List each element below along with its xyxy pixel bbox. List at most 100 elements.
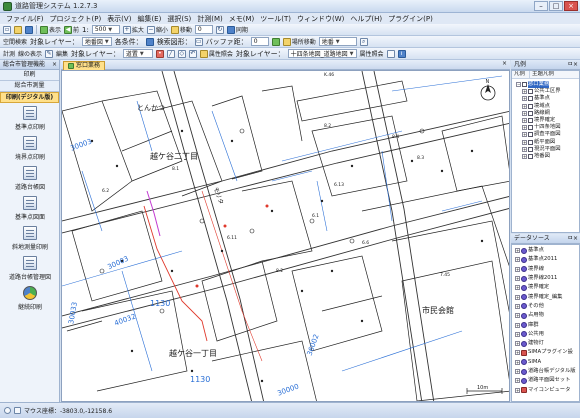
- menu-measure[interactable]: 計測(M): [197, 14, 223, 24]
- rotation-input[interactable]: 0: [194, 25, 213, 34]
- town-label-2: 越ケ谷一丁目: [169, 349, 217, 358]
- draw-line-icon[interactable]: ╱: [166, 49, 175, 58]
- database-icon: [521, 247, 527, 254]
- datasource-item[interactable]: + SIMAプラグイン設: [515, 348, 579, 357]
- draw-point-icon[interactable]: •: [155, 49, 164, 58]
- tab-counter-service[interactable]: 窓口業務: [63, 61, 106, 70]
- find-icon[interactable]: ⌕: [359, 37, 368, 46]
- open-folder-icon[interactable]: [14, 25, 22, 34]
- landmark-select[interactable]: 地番 ▼: [318, 37, 357, 46]
- run-search-icon[interactable]: [271, 37, 280, 46]
- datasource-pin-icon[interactable]: ㅁ×: [567, 234, 578, 243]
- datasource-item[interactable]: + 道路台帳デジタル版: [515, 367, 579, 376]
- zoom-in-button[interactable]: + 拡大: [122, 25, 144, 34]
- menu-help[interactable]: ヘルプ(H): [350, 14, 382, 24]
- menu-window[interactable]: ウィンドウ(W): [297, 14, 344, 24]
- info-icon[interactable]: i: [397, 49, 406, 58]
- menu-memo[interactable]: メモ(M): [229, 14, 255, 24]
- search-toolbar: 空間検索 対象レイヤー： 地番図 ▼ 各条件： 検索図形： ▭ バッファ距： 0 …: [0, 36, 580, 48]
- maximize-button[interactable]: □: [549, 1, 563, 11]
- menu-file[interactable]: ファイル(F): [6, 14, 44, 24]
- menu-view[interactable]: 表示(V): [107, 14, 131, 24]
- layer-item[interactable]: + 現況平面図: [516, 146, 579, 153]
- control-point-drawing-button[interactable]: 基準点図面: [0, 193, 60, 223]
- menu-select[interactable]: 選択(S): [167, 14, 191, 24]
- boundary-point-print-button[interactable]: 境界点印刷: [0, 133, 60, 163]
- database-icon: [521, 340, 527, 347]
- road-ledger-manage-button[interactable]: 道路台帳管理図: [0, 253, 60, 283]
- conditions-icon[interactable]: [145, 37, 154, 46]
- zoom-out-button[interactable]: − 縮小: [146, 25, 168, 34]
- print-icon[interactable]: [386, 49, 395, 58]
- menu-plugin[interactable]: プラグイン(P): [388, 14, 433, 24]
- edit-layer-select[interactable]: 道置 ▼: [122, 49, 153, 58]
- layer-item[interactable]: + 調査平面図: [516, 131, 579, 138]
- layer-item[interactable]: + 基準点: [516, 95, 579, 102]
- spatial-search-button[interactable]: 空間検索: [3, 37, 27, 46]
- minimize-button[interactable]: –: [534, 1, 548, 11]
- datasource-item[interactable]: + 公共用: [515, 330, 579, 339]
- scale-select[interactable]: 500 ▼: [91, 25, 120, 34]
- map-drawing[interactable]: N: [62, 71, 510, 402]
- target-layer-select[interactable]: 地番図 ▼: [81, 37, 112, 46]
- datasource-item[interactable]: + 道路平面図セット: [515, 376, 579, 385]
- datasource-item[interactable]: + 庫群: [515, 320, 579, 329]
- layers-col-legend: 凡例: [512, 71, 530, 78]
- layer-item[interactable]: + 境域点: [516, 103, 579, 110]
- area-move-button[interactable]: 場所移動: [282, 37, 316, 46]
- attr-layer-select[interactable]: 十四条地図_道路地図 ▼: [287, 49, 357, 58]
- menu-tools[interactable]: ツール(T): [260, 14, 291, 24]
- datasource-item[interactable]: + 建物灯: [515, 339, 579, 348]
- layers-pin-icon[interactable]: ㅁ×: [567, 60, 578, 69]
- menu-edit[interactable]: 編集(E): [137, 14, 161, 24]
- panel-close-icon[interactable]: ×: [52, 60, 57, 69]
- edit-button[interactable]: 編集: [56, 49, 68, 58]
- shape-icon[interactable]: ▭: [194, 37, 203, 46]
- layer-item[interactable]: + 紙平面図: [516, 139, 579, 146]
- close-button[interactable]: ×: [564, 1, 578, 11]
- tab-print-digital[interactable]: 印刷(デジタル版): [0, 92, 59, 103]
- attribute-button[interactable]: 属性照会: [199, 49, 233, 58]
- map-canvas[interactable]: N 越ケ谷二丁目 越ケ谷一丁目 市民会館 1130 1130 30003 300…: [61, 70, 510, 402]
- undo-icon[interactable]: ↶: [188, 49, 197, 58]
- boundary-line-red[interactable]: [143, 205, 208, 342]
- document-icon: [23, 105, 37, 120]
- left-function-panel: 総合市管理機能 × 印刷 総合市測量 印刷(デジタル版) 基準点印刷 境界点印刷 …: [0, 60, 60, 402]
- layer-item[interactable]: + 路線網: [516, 110, 579, 117]
- attribute-collect-button[interactable]: 属性照会: [360, 49, 384, 58]
- menu-project[interactable]: プロジェクト(P): [50, 14, 102, 24]
- layer-item[interactable]: + 地番図: [516, 153, 579, 160]
- conditions-label: 各条件：: [114, 37, 143, 46]
- refresh-icon[interactable]: ↻: [215, 25, 224, 34]
- continuous-print-button[interactable]: 継続印刷: [0, 283, 60, 313]
- datasource-item[interactable]: + 境界確定: [515, 283, 579, 292]
- sync-button[interactable]: 同期: [226, 25, 248, 34]
- line-display-button[interactable]: 線の表示: [18, 49, 42, 58]
- datasource-item[interactable]: + 境界線2011: [515, 274, 579, 283]
- previous-button[interactable]: ◀ 前: [64, 25, 79, 34]
- tab-survey[interactable]: 総合市測量: [0, 81, 59, 92]
- computer-icon: [521, 387, 527, 394]
- measure-button[interactable]: 計測: [3, 49, 15, 58]
- draw-polygon-icon[interactable]: ◇: [177, 49, 186, 58]
- datasource-item[interactable]: + 基準点2011: [515, 255, 579, 264]
- datasource-item[interactable]: + 境界線: [515, 265, 579, 274]
- map-close-icon[interactable]: ×: [502, 60, 507, 67]
- display-button[interactable]: 表示: [40, 25, 61, 34]
- datasource-item[interactable]: + SIMA: [515, 358, 579, 367]
- datasource-item[interactable]: + 占用物: [515, 311, 579, 320]
- buffer-input[interactable]: 0: [250, 37, 269, 46]
- pan-button[interactable]: 移動: [170, 25, 192, 34]
- tab-print[interactable]: 印刷: [0, 70, 59, 81]
- slope-survey-print-button[interactable]: 斜地測量印刷: [0, 223, 60, 253]
- datasource-item[interactable]: + 基準点: [515, 246, 579, 255]
- road-ledger-map-button[interactable]: 道路台帳図: [0, 163, 60, 193]
- datasource-item[interactable]: + マイコンピュータ: [515, 385, 579, 394]
- control-point-print-button[interactable]: 基準点印刷: [0, 103, 60, 133]
- datasource-item[interactable]: + その他: [515, 302, 579, 311]
- pencil-icon[interactable]: ✎: [45, 49, 54, 58]
- new-file-icon[interactable]: ▫: [3, 25, 11, 34]
- location-icon: [282, 37, 291, 46]
- save-icon[interactable]: [25, 25, 33, 34]
- datasource-item[interactable]: + 境界確定_編集: [515, 292, 579, 301]
